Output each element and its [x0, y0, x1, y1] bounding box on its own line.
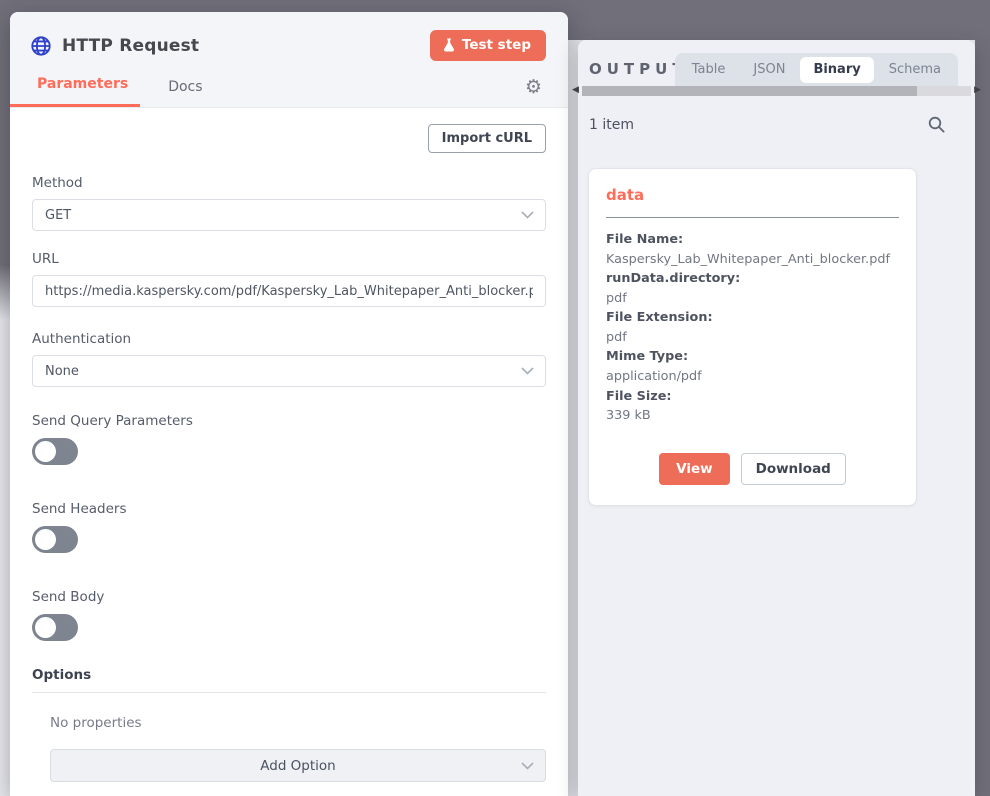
- add-option-button[interactable]: Add Option: [50, 749, 546, 782]
- chevron-down-icon: [521, 211, 534, 219]
- view-button[interactable]: View: [659, 453, 729, 485]
- url-label: URL: [32, 251, 546, 267]
- authentication-select[interactable]: None: [32, 355, 546, 387]
- no-properties-text: No properties: [50, 715, 546, 731]
- output-panel: OUTPUT Table JSON Binary Schema ◀ ▶ 1 it…: [578, 40, 975, 796]
- toggle-knob: [35, 617, 56, 638]
- output-title: OUTPUT: [589, 60, 688, 78]
- node-header: HTTP Request Test step Parameters Docs ⚙: [10, 12, 568, 108]
- send-body-toggle[interactable]: [32, 614, 78, 641]
- authentication-label: Authentication: [32, 331, 546, 347]
- output-tab-binary[interactable]: Binary: [800, 57, 873, 83]
- test-step-label: Test step: [462, 37, 531, 53]
- node-title: HTTP Request: [62, 36, 199, 56]
- method-label: Method: [32, 175, 546, 191]
- globe-icon: [30, 35, 52, 57]
- authentication-value: None: [45, 364, 79, 379]
- send-query-parameters-toggle[interactable]: [32, 438, 78, 465]
- horizontal-scrollbar: ◀ ▶: [571, 84, 982, 97]
- toggle-knob: [35, 529, 56, 550]
- node-settings-panel: HTTP Request Test step Parameters Docs ⚙…: [10, 12, 568, 796]
- send-query-parameters-label: Send Query Parameters: [32, 413, 546, 429]
- meta-value: 339 kB: [606, 406, 899, 426]
- backdrop-left-strip: [0, 0, 10, 330]
- meta-label: File Extension:: [606, 308, 899, 328]
- scrollbar-thumb[interactable]: [582, 86, 917, 96]
- scroll-left-arrow-icon[interactable]: ◀: [571, 86, 580, 95]
- binary-meta-list: File Name: Kaspersky_Lab_Whitepaper_Anti…: [606, 230, 899, 426]
- gear-icon[interactable]: ⚙: [525, 78, 542, 97]
- toggle-knob: [35, 441, 56, 462]
- meta-label: Mime Type:: [606, 347, 899, 367]
- test-step-button[interactable]: Test step: [430, 30, 546, 61]
- card-divider: [606, 217, 899, 218]
- url-input[interactable]: [32, 275, 546, 307]
- send-body-label: Send Body: [32, 589, 546, 605]
- search-icon[interactable]: [928, 116, 945, 133]
- send-headers-toggle[interactable]: [32, 526, 78, 553]
- meta-label: File Name:: [606, 230, 899, 250]
- import-curl-button[interactable]: Import cURL: [428, 124, 546, 153]
- tab-parameters[interactable]: Parameters: [10, 76, 140, 107]
- output-tab-json[interactable]: JSON: [740, 57, 798, 83]
- scrollbar-track[interactable]: [582, 86, 971, 96]
- add-option-label: Add Option: [260, 758, 335, 774]
- meta-value: application/pdf: [606, 367, 899, 387]
- meta-value: pdf: [606, 328, 899, 348]
- flask-icon: [443, 38, 455, 52]
- method-select[interactable]: GET: [32, 199, 546, 231]
- binary-key-name: data: [606, 186, 899, 204]
- options-heading: Options: [32, 667, 546, 693]
- meta-label: File Size:: [606, 387, 899, 407]
- binary-data-card: data File Name: Kaspersky_Lab_Whitepaper…: [588, 168, 917, 506]
- chevron-down-icon: [521, 762, 534, 770]
- output-tab-table[interactable]: Table: [679, 57, 739, 83]
- scroll-right-arrow-icon[interactable]: ▶: [973, 86, 982, 95]
- send-headers-label: Send Headers: [32, 501, 546, 517]
- chevron-down-icon: [521, 367, 534, 375]
- output-tab-schema[interactable]: Schema: [876, 57, 954, 83]
- node-tabs: Parameters Docs ⚙: [30, 76, 548, 107]
- node-parameters-body: Import cURL Method GET URL Authenticatio…: [10, 108, 568, 796]
- items-count: 1 item: [589, 117, 634, 133]
- download-button[interactable]: Download: [741, 453, 846, 485]
- method-value: GET: [45, 208, 71, 223]
- meta-label: runData.directory:: [606, 269, 899, 289]
- meta-value: pdf: [606, 289, 899, 309]
- tab-docs[interactable]: Docs: [168, 79, 202, 107]
- backdrop-right-strip: [975, 0, 990, 796]
- output-header: OUTPUT Table JSON Binary Schema: [578, 40, 975, 86]
- meta-value: Kaspersky_Lab_Whitepaper_Anti_blocker.pd…: [606, 250, 899, 270]
